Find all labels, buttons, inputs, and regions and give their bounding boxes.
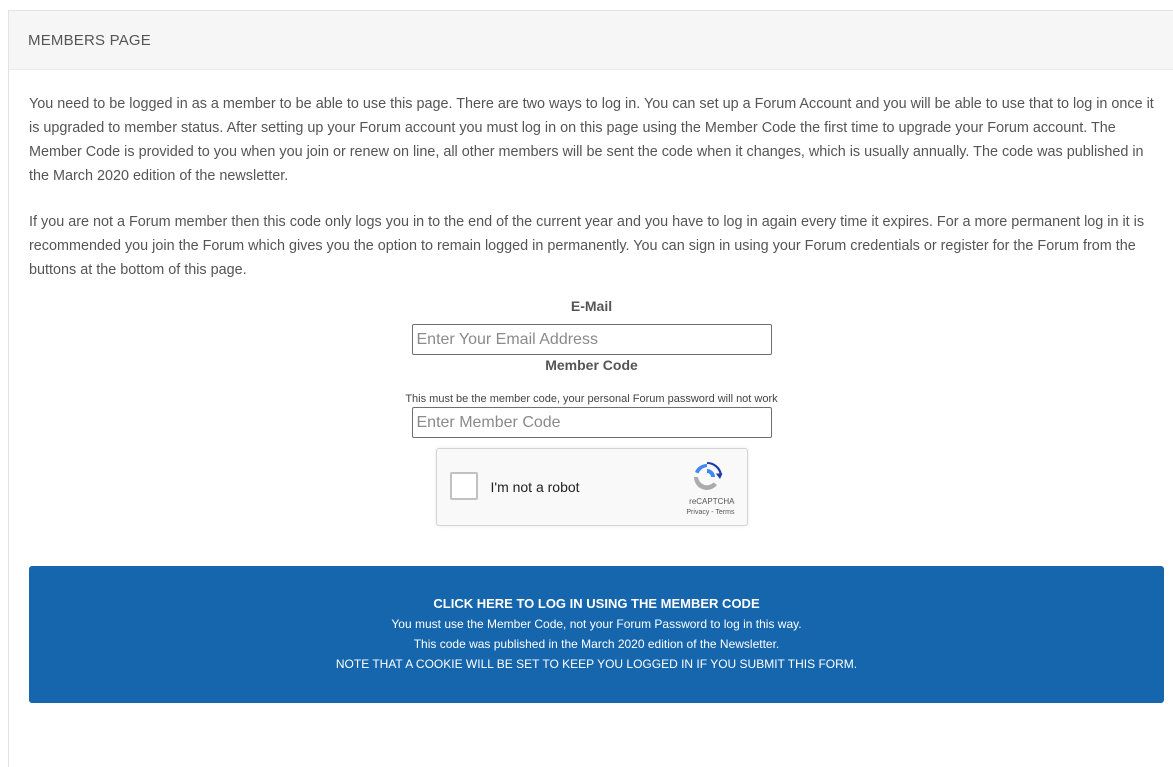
email-label: E-Mail — [570, 298, 613, 314]
member-code-label: Member Code — [545, 357, 638, 373]
recaptcha-checkbox[interactable] — [449, 472, 478, 500]
login-button-note-3: NOTE THAT A COOKIE WILL BE SET TO KEEP Y… — [335, 657, 858, 671]
email-field[interactable] — [411, 324, 772, 355]
intro-paragraph-1: You need to be logged in as a member to … — [29, 96, 1154, 184]
member-code-hint: This must be the member code, your perso… — [405, 393, 778, 405]
login-button-note-2: This code was published in the March 202… — [413, 637, 780, 651]
member-code-login-button[interactable]: CLICK HERE TO LOG IN USING THE MEMBER CO… — [29, 566, 1164, 703]
member-code-field[interactable] — [411, 407, 772, 438]
member-login-form: E-Mail Member Code This must be the memb… — [29, 298, 1164, 703]
intro-paragraph-2: If you are not a Forum member then this … — [29, 214, 1145, 278]
login-button-note-1: You must use the Member Code, not your F… — [391, 617, 802, 631]
recaptcha-terms-link[interactable]: Privacy - Terms — [686, 509, 734, 516]
recaptcha-label: I'm not a robot — [490, 479, 580, 495]
panel-body: You need to be logged in as a member to … — [9, 70, 1173, 703]
recaptcha-brand: reCAPTCHA — [689, 497, 735, 506]
page-title: MEMBERS PAGE — [28, 31, 151, 49]
recaptcha-logo-icon — [693, 461, 722, 490]
members-panel: MEMBERS PAGE You need to be logged in as… — [8, 10, 1173, 767]
panel-header: MEMBERS PAGE — [9, 11, 1173, 70]
login-button-title: CLICK HERE TO LOG IN USING THE MEMBER CO… — [433, 596, 760, 611]
recaptcha-widget: I'm not a robot reCAPTCHA Privacy - Term… — [435, 448, 748, 526]
